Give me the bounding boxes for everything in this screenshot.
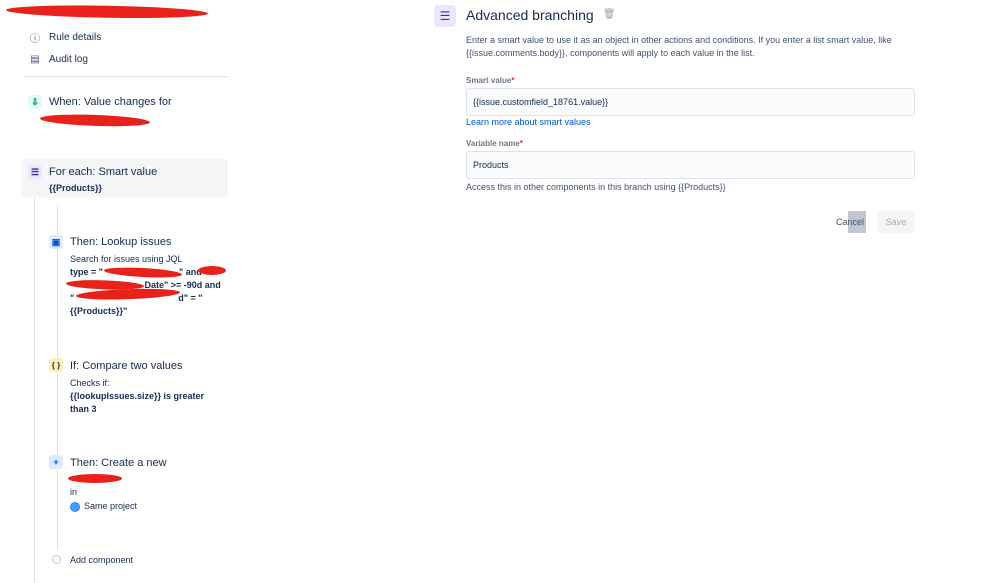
smart-value-input[interactable]: {{issue.customfield_18761.value}} — [466, 88, 915, 116]
rule-sidebar: ⓘ Rule details ▤ Audit log ⇩ When: Value… — [0, 0, 240, 583]
plus-icon: + — [49, 455, 63, 469]
document-icon: ▤ — [30, 54, 40, 65]
smart-value-label: Smart value* — [466, 76, 515, 85]
jql-line-4: {{Products}}" — [70, 306, 128, 316]
panel-title: Advanced branching — [466, 7, 594, 23]
redacted-field — [39, 113, 151, 128]
trigger-step[interactable]: When: Value changes for — [49, 96, 172, 108]
condition-icon: { } — [49, 358, 63, 372]
rule-details-link[interactable]: ⓘ Rule details — [28, 30, 101, 45]
compare-expr-2: than 3 — [70, 404, 97, 414]
info-icon: ⓘ — [30, 34, 40, 45]
globe-icon — [70, 501, 80, 512]
create-step[interactable]: Then: Create a new — [70, 457, 167, 469]
variable-name-input[interactable]: Products — [466, 151, 915, 179]
foreach-title: For each: Smart value — [49, 166, 158, 178]
add-component-dot — [52, 555, 61, 564]
lookup-step[interactable]: Then: Lookup issues — [70, 236, 172, 248]
cancel-button[interactable]: Cancel — [833, 211, 867, 233]
redacted-rule-name — [5, 4, 209, 20]
learn-more-link[interactable]: Learn more about smart values — [466, 117, 591, 127]
lookup-icon: ▣ — [49, 235, 63, 249]
same-project: Same project — [70, 500, 137, 513]
panel-description: Enter a smart value to use it as an obje… — [466, 35, 892, 58]
redacted-jql — [198, 266, 226, 275]
list-icon: ☰ — [28, 165, 42, 179]
audit-log-label: Audit log — [49, 54, 88, 65]
lookup-subtitle: Search for issues using JQL — [70, 254, 183, 264]
branch-list-icon: ☰ — [434, 5, 456, 27]
save-button[interactable]: Save — [877, 211, 915, 233]
trigger-icon: ⇩ — [28, 95, 42, 109]
compare-subtitle: Checks if: — [70, 378, 110, 388]
audit-log-link[interactable]: ▤ Audit log — [28, 54, 88, 65]
foreach-value: {{Products}} — [49, 183, 103, 193]
create-in: in — [70, 487, 78, 497]
compare-expr-1: {{lookupIssues.size}} is greater — [70, 391, 205, 401]
redacted-issue-type — [68, 474, 122, 483]
add-component[interactable]: Add component — [70, 554, 133, 567]
compare-step[interactable]: If: Compare two values — [70, 360, 183, 372]
variable-name-label: Variable name* — [466, 139, 523, 148]
trash-icon[interactable]: 🗑 — [603, 9, 616, 20]
flow-line — [34, 198, 35, 583]
divider — [24, 76, 228, 77]
variable-helper-text: Access this in other components in this … — [466, 182, 726, 192]
branch-line — [57, 205, 58, 550]
rule-details-label: Rule details — [49, 32, 102, 43]
